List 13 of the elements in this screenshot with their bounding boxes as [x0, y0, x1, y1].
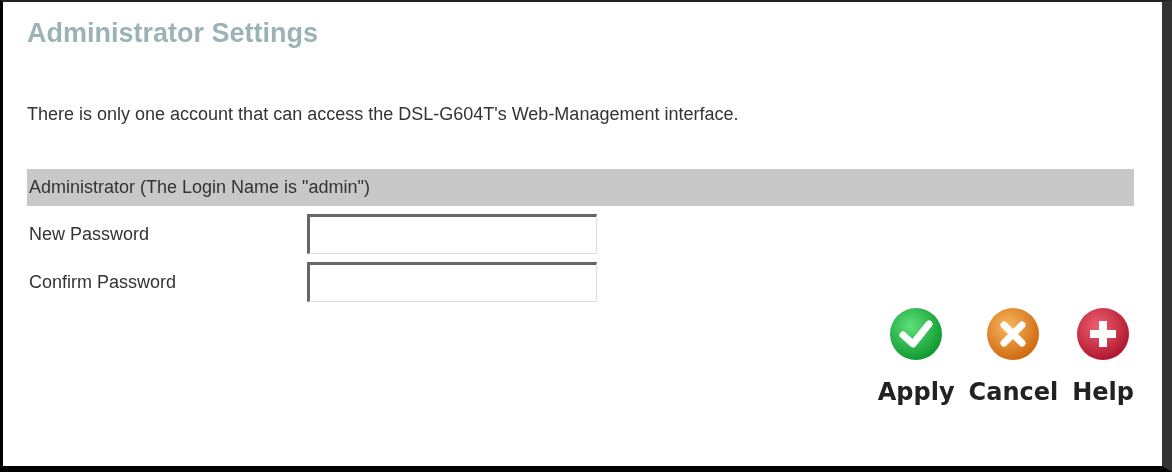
- page-title: Administrator Settings: [27, 18, 320, 49]
- check-icon: [888, 306, 945, 362]
- description-text: There is only one account that can access the DSL-G604T's Web-Management interface.: [27, 104, 740, 125]
- action-button[interactable]: Help: [1072, 306, 1134, 406]
- action-button[interactable]: Cancel: [968, 306, 1059, 406]
- plus-icon: [1075, 306, 1132, 362]
- action-button[interactable]: Apply: [877, 306, 955, 406]
- password-field[interactable]: [307, 214, 597, 254]
- close-icon: [985, 306, 1042, 362]
- password-field[interactable]: [307, 262, 597, 302]
- section-header: Administrator (The Login Name is "admin"): [27, 169, 1134, 206]
- field-label: New Password: [28, 223, 151, 245]
- field-label: Confirm Password: [28, 271, 178, 293]
